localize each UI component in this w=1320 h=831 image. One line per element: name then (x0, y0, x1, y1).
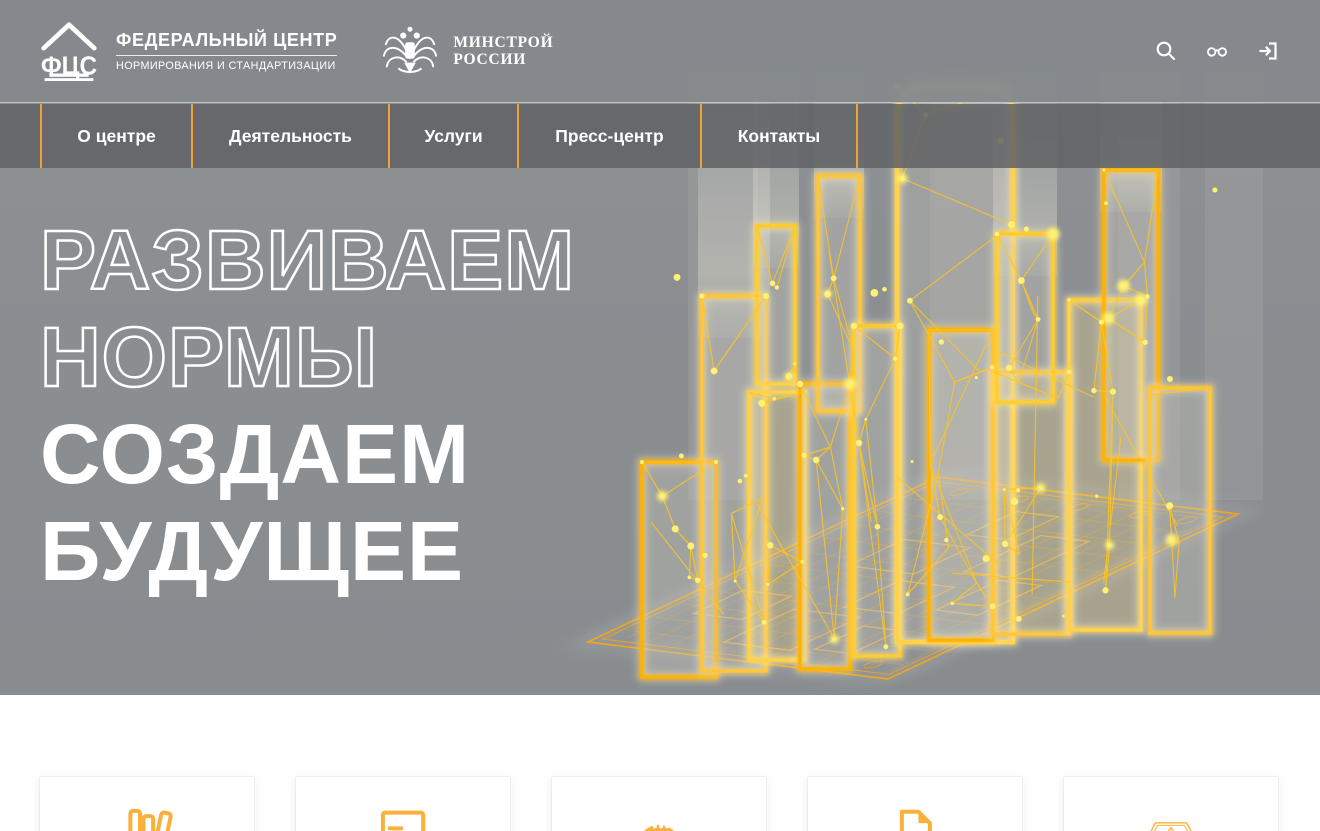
nav-item-o-tsentre[interactable]: О центре (40, 104, 191, 168)
services-section (0, 695, 1320, 831)
service-card-quality-sign[interactable] (1063, 776, 1279, 831)
nav-label: Контакты (738, 126, 821, 147)
search-icon[interactable] (1154, 39, 1178, 63)
fcs-logo[interactable]: ФЦС ФЕДЕРАЛЬНЫЙ ЦЕНТР НОРМИРОВАНИЯ И СТА… (40, 21, 337, 81)
hero-line-2: НОРМЫ (40, 309, 575, 406)
hero-slogan: РАЗВИВАЕМ НОРМЫ СОЗДАЕМ БУДУЩЕЕ (40, 212, 575, 600)
header-actions (1154, 39, 1280, 63)
accessibility-glasses-icon[interactable] (1205, 39, 1229, 63)
document-search-icon (375, 803, 431, 831)
hero-line-4: БУДУЩЕЕ (40, 503, 575, 600)
hexagon-pen-icon (1143, 803, 1199, 831)
books-icon (119, 803, 175, 831)
ministry-line1: МИНСТРОЙ (453, 34, 553, 51)
org-title: ФЕДЕРАЛЬНЫЙ ЦЕНТР (116, 30, 337, 51)
hero-line-1: РАЗВИВАЕМ (40, 212, 575, 309)
ministry-line2: РОССИИ (453, 51, 553, 68)
fcs-building-icon: ФЦС (40, 21, 98, 81)
hero-section: ФЦС ФЕДЕРАЛЬНЫЙ ЦЕНТР НОРМИРОВАНИЯ И СТА… (0, 0, 1320, 695)
main-nav: О центре Деятельность Услуги Пресс-центр… (0, 104, 1320, 168)
hero-line-3: СОЗДАЕМ (40, 406, 575, 503)
minstroy-logo[interactable]: МИНСТРОЙ РОССИИ (381, 23, 553, 79)
service-card-construction[interactable] (551, 776, 767, 831)
nav-label: Деятельность (229, 126, 352, 147)
site-header: ФЦС ФЕДЕРАЛЬНЫЙ ЦЕНТР НОРМИРОВАНИЯ И СТА… (0, 0, 1320, 103)
nav-label: Услуги (424, 126, 482, 147)
nav-label: О центре (77, 126, 156, 147)
service-card-documents[interactable] (807, 776, 1023, 831)
hardhat-icon (631, 803, 687, 831)
nav-item-deyatelnost[interactable]: Деятельность (191, 104, 388, 168)
fcs-logo-text: ФЕДЕРАЛЬНЫЙ ЦЕНТР НОРМИРОВАНИЯ И СТАНДАР… (116, 30, 337, 72)
org-subtitle: НОРМИРОВАНИЯ И СТАНДАРТИЗАЦИИ (116, 60, 337, 72)
nav-item-press-tsentr[interactable]: Пресс-центр (517, 104, 700, 168)
logo-divider (116, 55, 337, 56)
document-icon (887, 803, 943, 831)
login-icon[interactable] (1256, 39, 1280, 63)
minstroy-eagle-icon (381, 23, 439, 79)
service-cards (39, 776, 1320, 831)
service-card-expertise[interactable] (295, 776, 511, 831)
ministry-name: МИНСТРОЙ РОССИИ (453, 34, 553, 68)
nav-label: Пресс-центр (555, 126, 663, 147)
service-card-library[interactable] (39, 776, 255, 831)
nav-item-uslugi[interactable]: Услуги (388, 104, 517, 168)
nav-item-kontakty[interactable]: Контакты (700, 104, 858, 168)
